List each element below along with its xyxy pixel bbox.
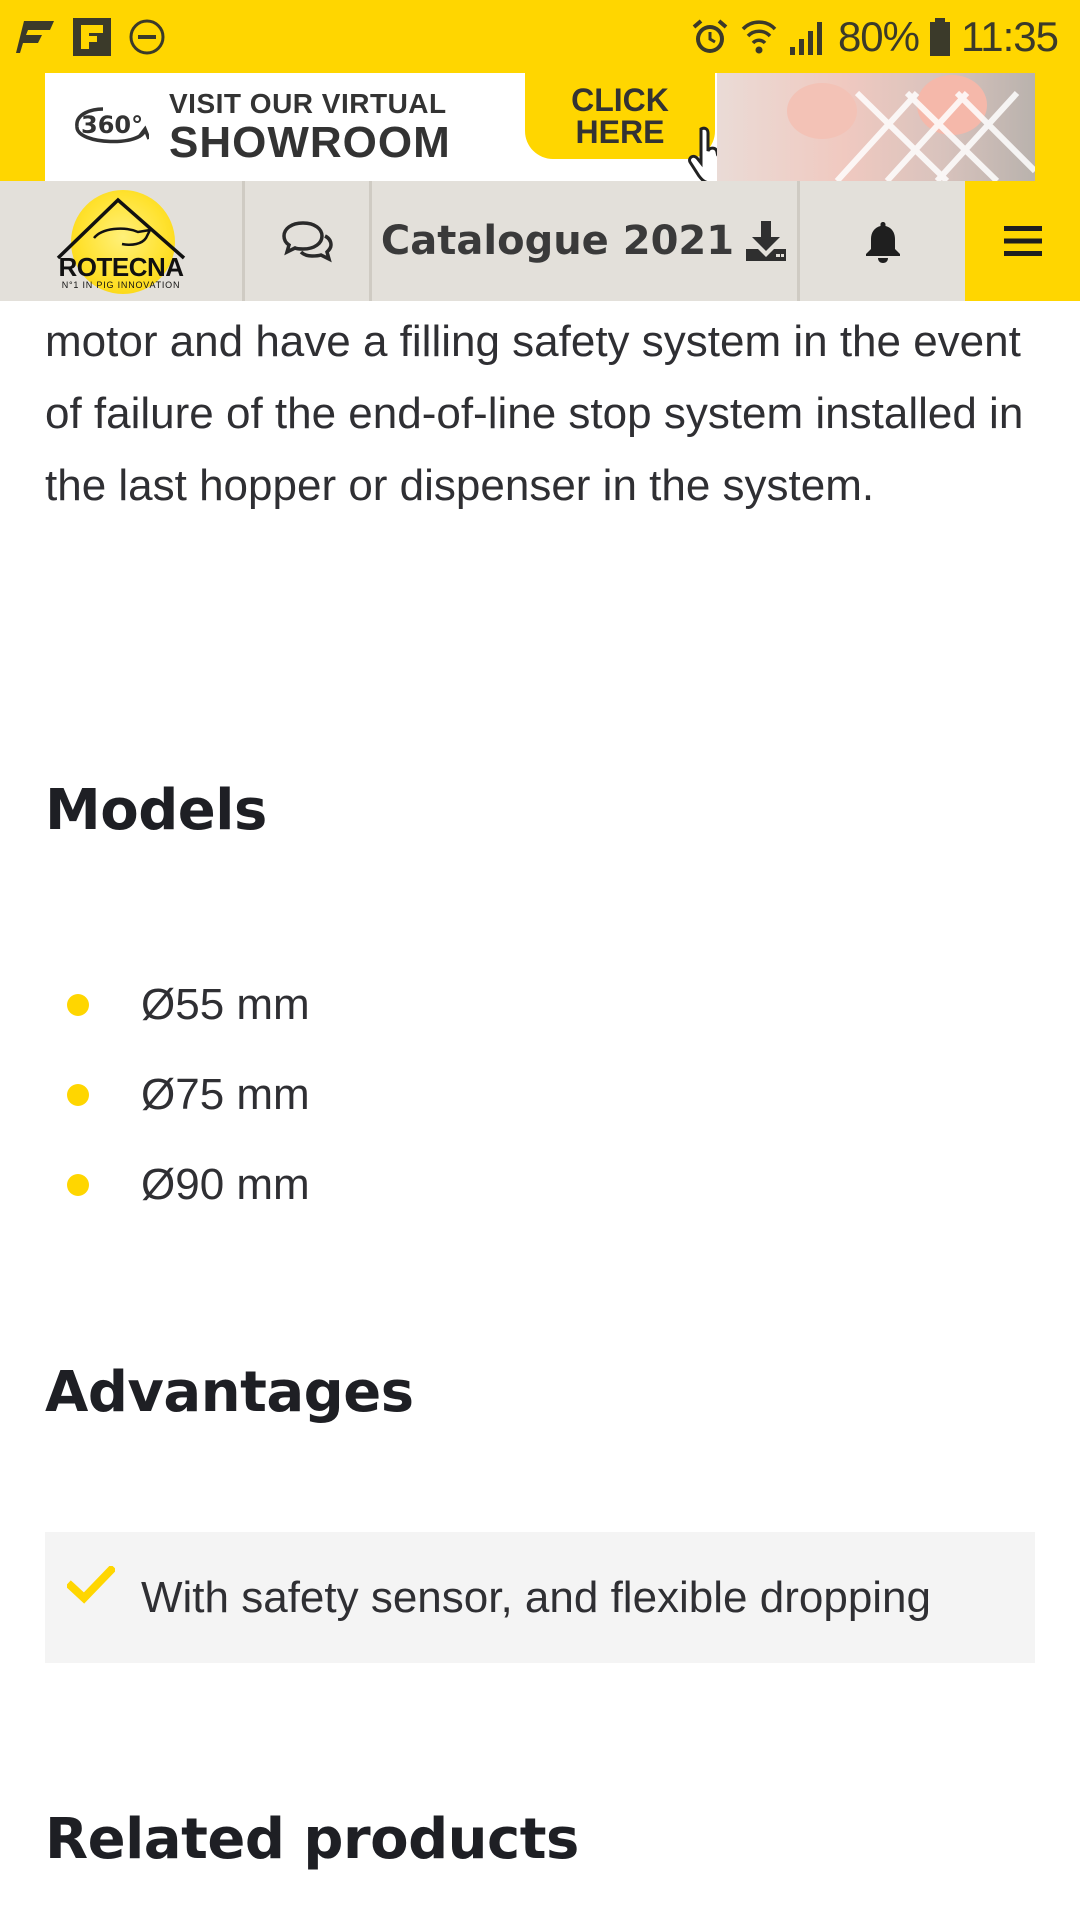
navbar: ROTECNA N°1 IN PIG INNOVATION Catalogue …	[0, 181, 1080, 301]
fence-lines	[834, 90, 1035, 181]
do-not-disturb-icon	[129, 19, 165, 54]
product-description: motor and have a filling safety system i…	[45, 301, 1035, 522]
banner-line1: VISIT OUR VIRTUAL	[169, 87, 447, 119]
bullet-icon	[67, 1174, 89, 1196]
click-here-button[interactable]: CLICK HERE	[525, 73, 735, 181]
advantages-heading: Advantages	[45, 1360, 414, 1425]
intro-paragraph: motor and have a filling safety system i…	[45, 317, 1024, 510]
battery-icon	[930, 17, 950, 56]
chat-icon	[282, 221, 333, 263]
bullet-icon	[67, 1084, 89, 1106]
models-heading: Models	[45, 778, 267, 843]
360-badge-text: 360°	[81, 111, 143, 139]
signal-icon	[789, 21, 822, 55]
logo-tagline: N°1 IN PIG INNOVATION	[61, 280, 181, 290]
virtual-showroom-banner[interactable]: 360° VISIT OUR VIRTUAL SHOWROOM CLICK HE…	[45, 73, 1035, 181]
advantage-item: With safety sensor, and flexible droppin…	[45, 1532, 1035, 1663]
download-icon	[746, 221, 787, 261]
flipboard-icon	[16, 20, 54, 53]
pigs-photo	[717, 73, 1035, 181]
360-rotate-icon: 360°	[75, 107, 149, 144]
models-list: Ø55 mm Ø75 mm Ø90 mm	[45, 960, 310, 1230]
rotecna-logo-link[interactable]: ROTECNA N°1 IN PIG INNOVATION	[0, 181, 245, 301]
status-right: 80% 11:35	[690, 12, 1059, 61]
hamburger-menu-icon	[1003, 226, 1042, 256]
notifications-button[interactable]	[800, 181, 965, 301]
app-notification-icon	[73, 17, 111, 56]
status-bar: 80% 11:35	[0, 0, 1080, 73]
logo-text: ROTECNA	[58, 252, 184, 282]
alarm-icon	[692, 18, 728, 53]
menu-button[interactable]	[965, 181, 1080, 301]
check-icon	[67, 1565, 115, 1604]
list-item: Ø90 mm	[45, 1140, 310, 1230]
catalogue-label: Catalogue 2021	[380, 218, 735, 264]
catalogue-download-button[interactable]: Catalogue 2021	[372, 181, 800, 301]
list-item: Ø55 mm	[45, 960, 310, 1050]
related-products-heading: Related products	[45, 1807, 579, 1872]
model-label: Ø75 mm	[141, 1070, 310, 1119]
cta-line1: CLICK	[571, 82, 669, 118]
banner-strip: 360° VISIT OUR VIRTUAL SHOWROOM CLICK HE…	[0, 73, 1080, 181]
banner-line2: SHOWROOM	[169, 117, 451, 167]
clock: 11:35	[961, 12, 1059, 60]
advantage-text: With safety sensor, and flexible droppin…	[141, 1572, 932, 1622]
logo: ROTECNA N°1 IN PIG INNOVATION	[46, 186, 196, 296]
wifi-icon	[741, 19, 777, 53]
bullet-icon	[67, 994, 89, 1016]
bell-icon	[865, 222, 900, 263]
model-label: Ø90 mm	[141, 1160, 310, 1209]
model-label: Ø55 mm	[141, 980, 310, 1029]
status-left-icons	[16, 17, 166, 57]
banner-text: VISIT OUR VIRTUAL SHOWROOM	[169, 87, 451, 167]
list-item: Ø75 mm	[45, 1050, 310, 1140]
chat-button[interactable]	[245, 181, 372, 301]
battery-percent: 80%	[837, 12, 920, 60]
cta-line2: HERE	[575, 114, 665, 150]
